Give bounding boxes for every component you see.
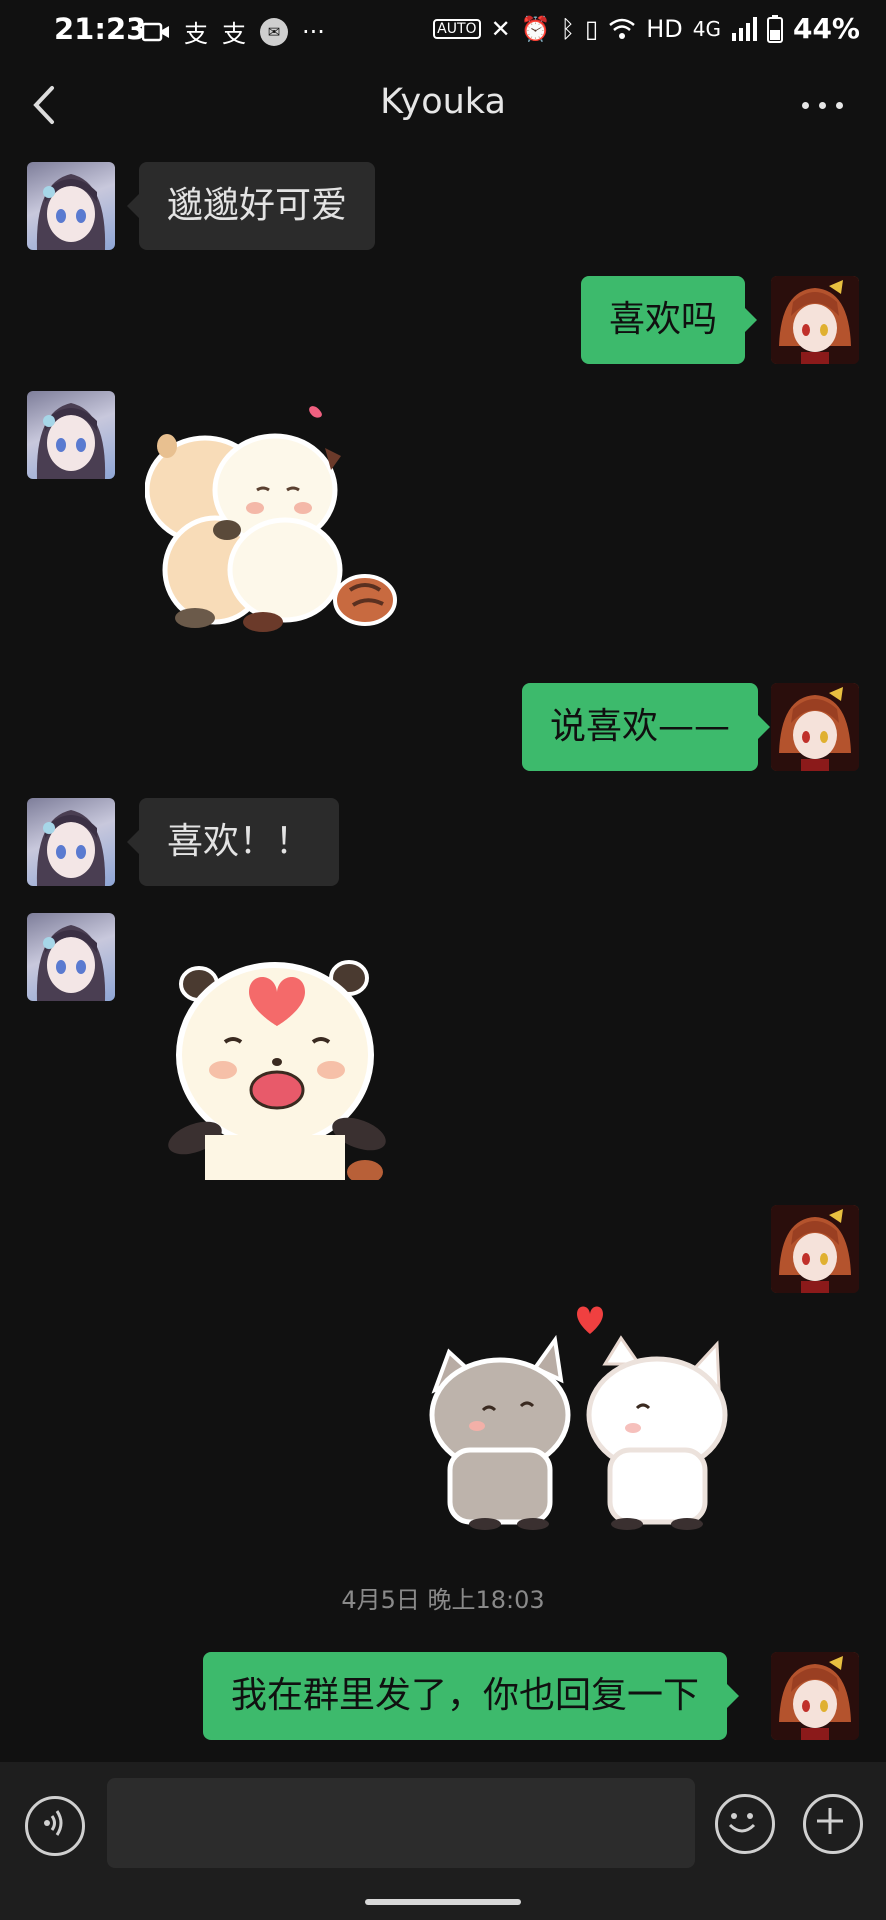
vibrate-icon: ▯ <box>584 14 599 43</box>
status-right-icons: AUTO ✕ ⏰ ᛒ ▯ HD 4G 44% <box>433 12 860 45</box>
cats-kiss-sticker-icon <box>429 1306 728 1530</box>
contact-avatar[interactable] <box>27 913 115 1001</box>
emoji-button[interactable] <box>715 1794 775 1854</box>
battery-percent: 44% <box>792 12 860 45</box>
x-icon: ✕ <box>490 14 511 43</box>
hd-label: HD <box>646 14 683 43</box>
alipay-icon: 支 <box>184 20 208 48</box>
anime-girl-avatar-icon <box>771 683 859 771</box>
signal-icon <box>731 16 757 41</box>
sticker-bear-heart[interactable] <box>165 950 395 1184</box>
status-left-icons: 支 支 ✉ ··· <box>142 14 325 49</box>
bear-heart-sticker-icon <box>168 960 386 1184</box>
message-bubble-received[interactable]: 邈邈好可爱 <box>126 162 376 250</box>
sticker-two-bears-hug[interactable] <box>144 400 405 645</box>
status-time: 21:23 <box>54 12 147 46</box>
anime-girl-avatar-icon <box>771 276 859 364</box>
my-avatar[interactable] <box>771 1205 859 1293</box>
network-label: 4G <box>692 16 721 41</box>
anime-girl-avatar-icon <box>771 1652 859 1740</box>
smiley-icon <box>728 1813 756 1833</box>
anime-girl-avatar-icon <box>36 174 106 250</box>
message-bubble-sent[interactable]: 说喜欢—— <box>522 683 771 771</box>
wifi-icon <box>609 18 636 39</box>
input-bar <box>0 1762 886 1920</box>
contact-avatar[interactable] <box>27 162 115 250</box>
anime-girl-avatar-icon <box>771 1205 859 1293</box>
anime-girl-avatar-icon <box>36 403 106 479</box>
home-indicator[interactable] <box>365 1899 521 1905</box>
plus-icon <box>817 1808 843 1834</box>
bluetooth-icon: ᛒ <box>560 14 575 43</box>
message-bubble-received[interactable]: 喜欢！！ <box>126 798 340 886</box>
message-bubble-sent[interactable]: 喜欢吗 <box>581 276 758 364</box>
chat-title: Kyouka <box>380 82 506 122</box>
my-avatar[interactable] <box>771 276 859 364</box>
more-options-button[interactable] <box>800 98 846 112</box>
more-dots-icon: ··· <box>302 17 325 46</box>
voice-icon <box>44 1810 63 1836</box>
message-timestamp: 4月5日 晚上18:03 <box>341 1586 545 1614</box>
bears-hug-sticker-icon <box>144 406 397 632</box>
voice-input-button[interactable] <box>25 1796 85 1856</box>
battery-icon <box>766 14 783 43</box>
sticker-cats-kiss[interactable] <box>425 1300 740 1535</box>
video-icon <box>142 22 169 41</box>
alipay-icon: 支 <box>222 20 246 48</box>
contact-avatar[interactable] <box>27 391 115 479</box>
auto-hz-icon: AUTO <box>433 18 481 39</box>
message-bubble-sent[interactable]: 我在群里发了，你也回复一下 <box>203 1652 740 1740</box>
more-actions-button[interactable] <box>803 1794 863 1854</box>
my-avatar[interactable] <box>771 683 859 771</box>
my-avatar[interactable] <box>771 1652 859 1740</box>
alarm-icon: ⏰ <box>520 14 551 43</box>
anime-girl-avatar-icon <box>36 810 106 886</box>
chat-header: Kyouka <box>0 62 886 148</box>
mail-icon: ✉ <box>260 17 288 46</box>
contact-avatar[interactable] <box>27 798 115 886</box>
message-input[interactable] <box>107 1778 695 1868</box>
anime-girl-avatar-icon <box>36 925 106 1001</box>
status-bar: 21:23 支 支 ✉ ··· AUTO ✕ ⏰ ᛒ ▯ HD 4G 44% <box>0 0 886 58</box>
